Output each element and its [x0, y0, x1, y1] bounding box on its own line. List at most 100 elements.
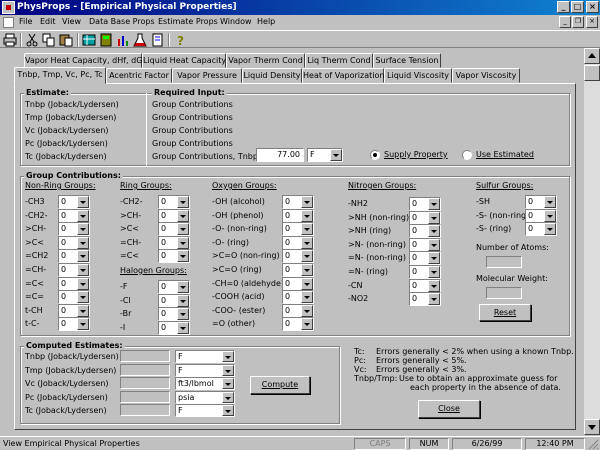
resize-grip-icon[interactable] — [587, 438, 599, 450]
paste-icon[interactable] — [59, 33, 73, 47]
document-icon[interactable] — [150, 33, 164, 47]
tab-vapor-therm-cond[interactable]: Vapor Therm Cond — [226, 53, 305, 68]
chevron-down-icon[interactable] — [77, 223, 89, 235]
document-icon[interactable] — [3, 17, 14, 28]
chevron-down-icon[interactable] — [77, 318, 89, 330]
oxygen-group-count-select[interactable]: 0 — [282, 249, 314, 263]
tab-liquid-density[interactable]: Liquid Density — [242, 68, 302, 83]
chevron-down-icon[interactable] — [222, 378, 234, 389]
mdi-restore-button[interactable]: ❐ — [572, 16, 584, 28]
chevron-down-icon[interactable] — [301, 196, 313, 208]
chevron-down-icon[interactable] — [301, 291, 313, 303]
menu-window[interactable]: Window — [220, 17, 252, 26]
ring-group-count-select[interactable]: 0 — [158, 209, 190, 223]
tab-liq-therm-cond[interactable]: Liq Therm Cond — [305, 53, 373, 68]
computed-unit-select[interactable]: F — [175, 363, 235, 377]
flask-icon[interactable] — [133, 33, 147, 47]
chevron-down-icon[interactable] — [428, 252, 440, 264]
mdi-minimize-button[interactable]: _ — [559, 16, 571, 28]
chevron-down-icon[interactable] — [428, 212, 440, 224]
chevron-down-icon[interactable] — [177, 308, 189, 320]
chevron-down-icon[interactable] — [177, 237, 189, 249]
chevron-down-icon[interactable] — [301, 278, 313, 290]
chevron-down-icon[interactable] — [544, 196, 556, 208]
chevron-down-icon[interactable] — [428, 266, 440, 278]
chevron-down-icon[interactable] — [77, 305, 89, 317]
chevron-down-icon[interactable] — [428, 280, 440, 292]
nitrogen-group-count-select[interactable]: 0 — [409, 238, 441, 252]
calculator-icon[interactable] — [99, 33, 113, 47]
tnbp-input[interactable]: 77.00 — [256, 148, 304, 162]
tab-surface-tension[interactable]: Surface Tension — [373, 53, 441, 68]
ring-group-count-select[interactable]: 0 — [158, 236, 190, 250]
use-estimated-label[interactable]: Use Estimated — [476, 150, 534, 159]
halogen-group-count-select[interactable]: 0 — [158, 294, 190, 308]
menu-help[interactable]: Help — [257, 17, 275, 26]
computed-unit-select[interactable]: psia — [175, 390, 235, 404]
oxygen-group-count-select[interactable]: 0 — [282, 304, 314, 318]
non-ring-group-count-select[interactable]: 0 — [58, 317, 90, 331]
menu-view[interactable]: View — [62, 17, 81, 26]
chevron-down-icon[interactable] — [428, 293, 440, 305]
minimize-button[interactable]: _ — [557, 1, 570, 13]
non-ring-group-count-select[interactable]: 0 — [58, 249, 90, 263]
chevron-down-icon[interactable] — [177, 223, 189, 235]
ring-group-count-select[interactable]: 0 — [158, 249, 190, 263]
help-icon[interactable]: ? — [174, 33, 188, 47]
sulfur-group-count-select[interactable]: 0 — [525, 222, 557, 236]
non-ring-group-count-select[interactable]: 0 — [58, 209, 90, 223]
scroll-up-button[interactable] — [584, 48, 600, 64]
halogen-group-count-select[interactable]: 0 — [158, 307, 190, 321]
chevron-down-icon[interactable] — [77, 250, 89, 262]
chevron-down-icon[interactable] — [301, 210, 313, 222]
chevron-down-icon[interactable] — [301, 264, 313, 276]
oxygen-group-count-select[interactable]: 0 — [282, 222, 314, 236]
chevron-down-icon[interactable] — [222, 405, 234, 416]
chevron-down-icon[interactable] — [77, 291, 89, 303]
computed-unit-select[interactable]: F — [175, 404, 235, 417]
use-estimated-radio[interactable] — [462, 150, 472, 160]
nitrogen-group-count-select[interactable]: 0 — [409, 279, 441, 293]
ring-group-count-select[interactable]: 0 — [158, 195, 190, 209]
chevron-down-icon[interactable] — [77, 210, 89, 222]
copy-icon[interactable] — [42, 33, 56, 47]
tab-vapor-viscosity[interactable]: Vapor Viscosity — [452, 68, 520, 83]
non-ring-group-count-select[interactable]: 0 — [58, 304, 90, 318]
chevron-down-icon[interactable] — [544, 210, 556, 222]
oxygen-group-count-select[interactable]: 0 — [282, 263, 314, 277]
halogen-group-count-select[interactable]: 0 — [158, 280, 190, 294]
cut-icon[interactable] — [25, 33, 39, 47]
chevron-down-icon[interactable] — [177, 281, 189, 293]
close-button[interactable]: Close — [418, 400, 480, 418]
halogen-group-count-select[interactable]: 0 — [158, 321, 190, 335]
oxygen-group-count-select[interactable]: 0 — [282, 209, 314, 223]
tab-heat-of-vaporization[interactable]: Heat of Vaporization — [302, 68, 384, 83]
nitrogen-group-count-select[interactable]: 0 — [409, 251, 441, 265]
oxygen-group-count-select[interactable]: 0 — [282, 236, 314, 250]
tab-tnbp-tmp-vc-pc-tc[interactable]: Tnbp, Tmp, Vc, Pc, Tc — [14, 67, 106, 84]
chevron-down-icon[interactable] — [77, 196, 89, 208]
scroll-thumb[interactable] — [584, 65, 600, 81]
chevron-down-icon[interactable] — [428, 225, 440, 237]
chevron-down-icon[interactable] — [301, 250, 313, 262]
tab-vapor-pressure[interactable]: Vapor Pressure — [172, 68, 242, 83]
chevron-down-icon[interactable] — [301, 223, 313, 235]
ring-group-count-select[interactable]: 0 — [158, 222, 190, 236]
tab-liquid-heat-capacity[interactable]: Liquid Heat Capacity — [142, 53, 226, 68]
maximize-button[interactable]: □ — [571, 1, 584, 13]
menu-data-base-props[interactable]: Data Base Props — [89, 17, 155, 26]
oxygen-group-count-select[interactable]: 0 — [282, 317, 314, 331]
non-ring-group-count-select[interactable]: 0 — [58, 222, 90, 236]
chevron-down-icon[interactable] — [177, 250, 189, 262]
sulfur-group-count-select[interactable]: 0 — [525, 195, 557, 209]
chevron-down-icon[interactable] — [428, 239, 440, 251]
chevron-down-icon[interactable] — [177, 322, 189, 334]
chevron-down-icon[interactable] — [177, 210, 189, 222]
nitrogen-group-count-select[interactable]: 0 — [409, 292, 441, 306]
chevron-down-icon[interactable] — [77, 237, 89, 249]
oxygen-group-count-select[interactable]: 0 — [282, 277, 314, 291]
tab-acentric-factor[interactable]: Acentric Factor — [106, 68, 172, 83]
scroll-down-button[interactable] — [584, 419, 600, 435]
nitrogen-group-count-select[interactable]: 0 — [409, 211, 441, 225]
supply-property-label[interactable]: Supply Property — [384, 150, 448, 159]
